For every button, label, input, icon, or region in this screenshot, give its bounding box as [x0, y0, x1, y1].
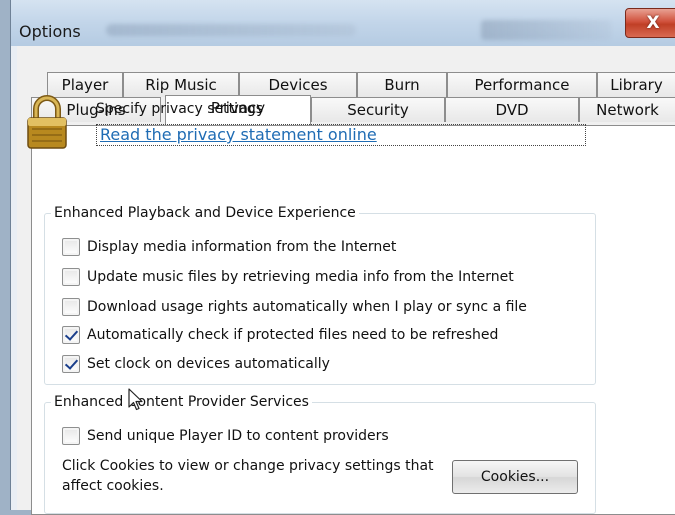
option-label: Update music files by retrieving media i…	[87, 269, 514, 285]
checkbox-checked[interactable]	[62, 355, 80, 373]
privacy-heading: Specify privacy settings	[96, 101, 264, 117]
option-label: Download usage rights automatically when…	[87, 299, 527, 315]
checkbox[interactable]	[62, 427, 80, 445]
cookies-description: Click Cookies to view or change privacy …	[62, 458, 434, 494]
option-check-protected-files[interactable]: Automatically check if protected files n…	[62, 324, 498, 346]
close-icon: X	[646, 13, 660, 33]
option-label: Display media information from the Inter…	[87, 239, 397, 255]
option-update-music-files[interactable]: Update music files by retrieving media i…	[62, 266, 514, 288]
option-send-player-id[interactable]: Send unique Player ID to content provide…	[62, 425, 389, 447]
tab-security[interactable]: Security	[311, 97, 445, 122]
option-download-usage-rights[interactable]: Download usage rights automatically when…	[62, 296, 527, 318]
checkbox-checked[interactable]	[62, 326, 80, 344]
option-set-clock-devices[interactable]: Set clock on devices automatically	[62, 353, 330, 375]
blurred-title-buttons	[481, 20, 611, 40]
privacy-statement-link[interactable]: Read the privacy statement online	[96, 124, 586, 146]
cookies-button[interactable]: Cookies...	[452, 460, 578, 494]
blurred-caption	[106, 24, 356, 36]
window-title: Options	[19, 22, 81, 41]
content-provider-group: Enhanced Content Provider Services	[44, 394, 596, 514]
tab-devices[interactable]: Devices	[239, 72, 357, 97]
playback-group-legend: Enhanced Playback and Device Experience	[54, 205, 356, 221]
lock-icon	[27, 95, 67, 149]
tab-library[interactable]: Library	[597, 72, 675, 97]
mouse-cursor-icon	[128, 388, 143, 411]
checkbox[interactable]	[62, 238, 80, 256]
option-display-media-info[interactable]: Display media information from the Inter…	[62, 236, 396, 258]
tab-burn[interactable]: Burn	[357, 72, 447, 97]
close-button[interactable]: X	[625, 8, 675, 38]
option-label: Send unique Player ID to content provide…	[87, 428, 389, 444]
option-label: Automatically check if protected files n…	[87, 327, 499, 343]
content-provider-legend: Enhanced Content Provider Services	[54, 394, 309, 410]
title-bar[interactable]: Options X	[11, 0, 675, 46]
tab-dvd[interactable]: DVD	[445, 97, 579, 122]
checkbox[interactable]	[62, 298, 80, 316]
option-label: Set clock on devices automatically	[87, 356, 330, 372]
checkbox[interactable]	[62, 268, 80, 286]
tab-network[interactable]: Network	[579, 97, 675, 122]
tab-performance[interactable]: Performance	[447, 72, 597, 97]
tab-rip-music[interactable]: Rip Music	[123, 72, 239, 97]
